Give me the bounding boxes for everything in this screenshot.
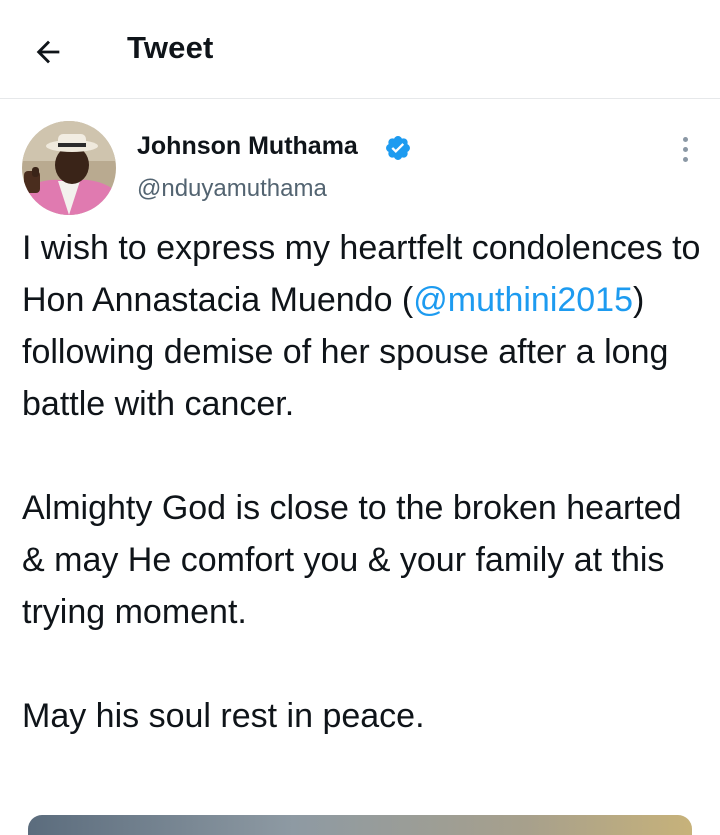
tweet-text: I wish to express my heartfelt condolenc… <box>22 222 702 742</box>
tweet-paragraph: Almighty God is close to the broken hear… <box>22 489 682 631</box>
profile-photo <box>22 121 116 215</box>
tweet-media-preview[interactable] <box>28 815 692 835</box>
vertical-ellipsis-icon <box>682 136 688 142</box>
tweet-paragraph: May his soul rest in peace. <box>22 697 425 735</box>
tweet-paragraph: I wish to express my heartfelt condolenc… <box>22 222 702 430</box>
author-handle[interactable]: @nduyamuthama <box>137 175 327 203</box>
back-button[interactable] <box>26 30 70 74</box>
vertical-ellipsis-icon <box>682 146 688 152</box>
verified-badge-icon <box>386 136 410 160</box>
vertical-ellipsis-icon <box>682 156 688 162</box>
arrow-left-icon <box>36 40 60 64</box>
top-bar: Tweet <box>0 0 720 99</box>
page-title: Tweet <box>127 30 214 65</box>
author-name[interactable]: Johnson Muthama <box>137 132 358 161</box>
more-options-button[interactable] <box>670 131 700 167</box>
mention-link[interactable]: @muthini2015 <box>413 281 633 319</box>
avatar[interactable] <box>22 121 116 215</box>
